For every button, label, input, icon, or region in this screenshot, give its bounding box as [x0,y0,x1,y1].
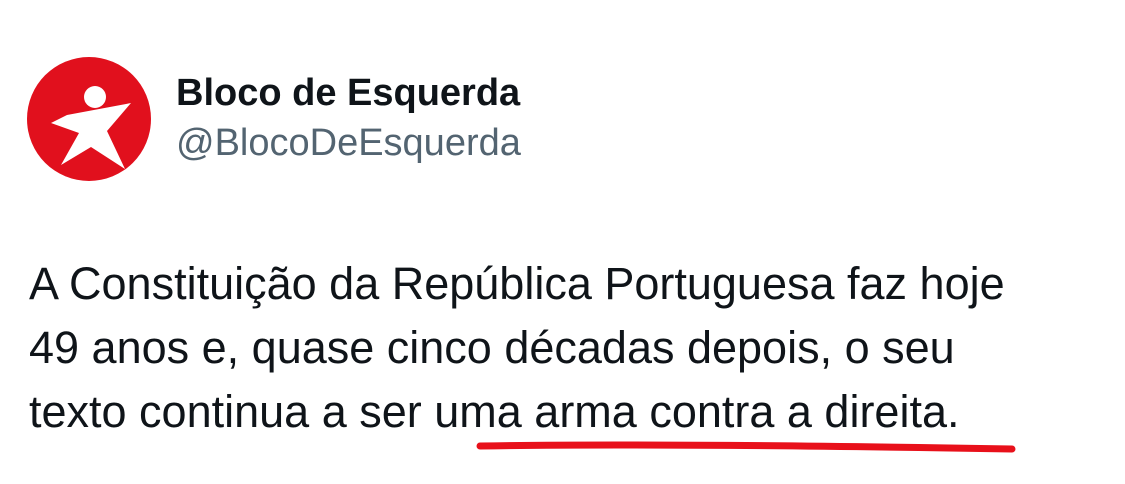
tweet-text-line-3: texto continua a ser uma arma contra a d… [29,380,1109,444]
tweet-text-line-1: A Constituição da República Portuguesa f… [29,258,1005,309]
tweet-text-line-2: 49 anos e, quase cinco décadas depois, o… [29,322,955,373]
tweet: Bloco de Esquerda @BlocoDeEsquerda A Con… [0,0,1125,484]
tweet-text-line-3-prefix: texto continua a ser [29,386,435,437]
tweet-text-line-3-suffix: . [946,386,960,437]
tweet-text: A Constituição da República Portuguesa f… [29,252,1109,444]
highlighted-phrase: uma arma contra a direita [434,386,947,437]
red-underline-annotation [476,436,1016,456]
bloco-star-logo-icon [51,86,131,169]
author-handle[interactable]: @BlocoDeEsquerda [176,120,521,166]
avatar[interactable] [27,57,151,181]
author-display-name[interactable]: Bloco de Esquerda [176,70,520,116]
